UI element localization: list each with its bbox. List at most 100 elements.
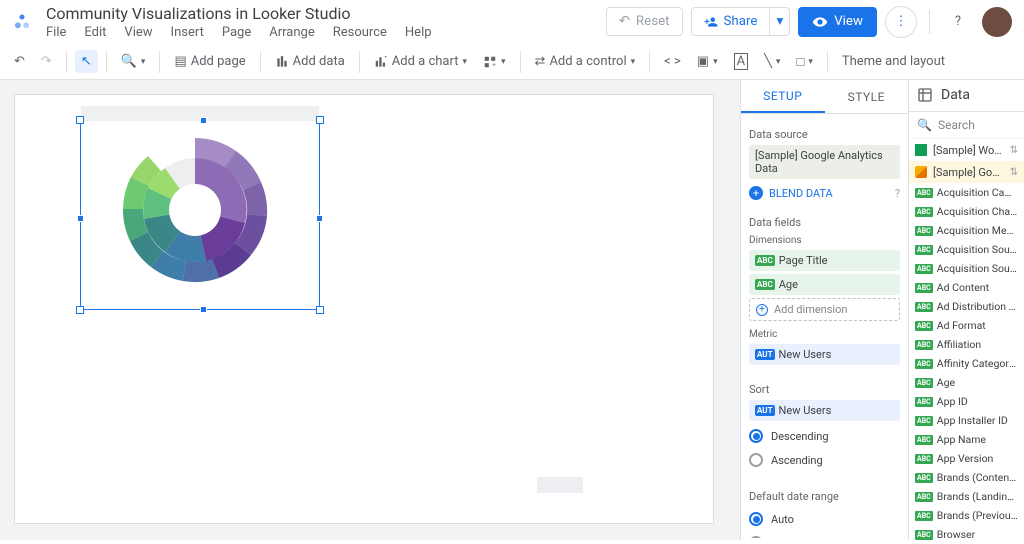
field-row[interactable]: ABCBrands (Content Grou… (909, 468, 1024, 487)
data-source-row[interactable]: [Sample] Google A… ⇅ (909, 161, 1024, 183)
menu-resource[interactable]: Resource (333, 25, 387, 40)
sort-ascending-radio[interactable]: Ascending (749, 448, 900, 472)
help-icon[interactable]: ? (942, 6, 974, 38)
field-type-badge: ABC (915, 302, 933, 312)
field-type-badge: ABC (915, 378, 933, 388)
help-icon[interactable]: ? (895, 187, 900, 200)
field-row[interactable]: ABCBrands (Previous Con… (909, 506, 1024, 525)
properties-panel: SETUP STYLE Data source [Sample] Google … (740, 80, 908, 540)
line-button[interactable]: ╲▾ (758, 50, 786, 73)
field-row[interactable]: ABCAge (909, 373, 1024, 392)
field-row[interactable]: ABCAffinity Category (rea… (909, 354, 1024, 373)
redo-button[interactable]: ↷ (35, 50, 58, 73)
embed-button[interactable]: < > (658, 50, 687, 73)
field-type-badge: ABC (915, 511, 933, 521)
field-row[interactable]: ABCApp Version (909, 449, 1024, 468)
field-row[interactable]: ABCBrands (Landing Cont… (909, 487, 1024, 506)
field-type-badge: ABC (915, 359, 933, 369)
chart-icon: + (374, 55, 388, 69)
field-type-badge: ABC (915, 530, 933, 540)
theme-layout-button[interactable]: Theme and layout (836, 50, 951, 73)
analytics-icon (915, 166, 927, 178)
zoom-tool[interactable]: 🔍▾ (115, 50, 152, 73)
sort-descending-radio[interactable]: Descending (749, 424, 900, 448)
more-options-button[interactable]: ⋮ (885, 6, 917, 38)
field-row[interactable]: ABCAcquisition Channel (909, 202, 1024, 221)
dimension-chip[interactable]: ABCPage Title (749, 250, 900, 271)
selection-box[interactable] (80, 120, 320, 310)
menu-help[interactable]: Help (405, 25, 432, 40)
pointer-tool[interactable]: ↖ (75, 50, 98, 73)
undo-button[interactable]: ↶ (8, 50, 31, 73)
report-page[interactable] (14, 94, 714, 524)
avatar[interactable] (982, 7, 1012, 37)
menu-file[interactable]: File (46, 25, 66, 40)
chevron-icon: ⇅ (1010, 145, 1018, 156)
image-button[interactable]: ▣▾ (691, 50, 724, 73)
shape-button[interactable]: □▾ (790, 50, 818, 74)
data-icon (275, 55, 289, 69)
community-viz-button[interactable]: + ▾ (477, 51, 512, 73)
data-source-label: Data source (749, 128, 900, 141)
add-data-button[interactable]: Add data (269, 50, 351, 73)
tab-style[interactable]: STYLE (825, 80, 909, 113)
data-panel: Data 🔍 Search [Sample] World Po… ⇅ [Samp… (908, 80, 1024, 540)
add-chart-button[interactable]: + Add a chart ▾ (368, 50, 473, 73)
canvas[interactable] (0, 80, 740, 540)
menu-insert[interactable]: Insert (171, 25, 204, 40)
blend-data-button[interactable]: +BLEND DATA? (749, 182, 900, 204)
menu-page[interactable]: Page (222, 25, 251, 40)
menu-edit[interactable]: Edit (84, 25, 106, 40)
sort-label: Sort (749, 383, 900, 396)
field-type-badge: ABC (915, 435, 933, 445)
sort-chip[interactable]: AUTNew Users (749, 400, 900, 421)
data-fields-label: Data fields (749, 216, 900, 229)
field-row[interactable]: ABCAcquisition Campaign (909, 183, 1024, 202)
svg-text:+: + (492, 62, 496, 68)
field-row[interactable]: ABCAd Content (909, 278, 1024, 297)
field-row[interactable]: ABCApp Name (909, 430, 1024, 449)
field-type-badge: ABC (915, 283, 933, 293)
add-control-button[interactable]: ⇄ Add a control ▾ (529, 50, 642, 73)
field-type-badge: ABC (915, 226, 933, 236)
add-page-button[interactable]: ▤ Add page (168, 50, 251, 73)
metric-chip[interactable]: AUTNew Users (749, 344, 900, 365)
tab-setup[interactable]: SETUP (741, 80, 825, 113)
field-row[interactable]: ABCAcquisition Medium (909, 221, 1024, 240)
dimension-chip[interactable]: ABCAge (749, 274, 900, 295)
data-panel-title: Data (941, 87, 970, 103)
field-row[interactable]: ABCAd Distribution Netw… (909, 297, 1024, 316)
date-custom-radio[interactable]: Custom (749, 531, 900, 538)
field-row[interactable]: ABCAffiliation (909, 335, 1024, 354)
field-type-badge: ABC (915, 321, 933, 331)
reset-button[interactable]: ↶ Reset (606, 7, 683, 36)
field-type-badge: ABC (915, 264, 933, 274)
looker-studio-logo[interactable] (12, 12, 32, 32)
date-auto-radio[interactable]: Auto (749, 507, 900, 531)
data-search-input[interactable]: 🔍 Search (909, 112, 1024, 139)
search-icon: 🔍 (917, 118, 932, 132)
field-type-badge: ABC (915, 207, 933, 217)
svg-text:+: + (384, 55, 387, 60)
share-button[interactable]: Share (691, 7, 770, 36)
metric-label: Metric (749, 329, 900, 340)
menu-view[interactable]: View (124, 25, 152, 40)
share-dropdown[interactable]: ▾ (769, 7, 790, 36)
menu-arrange[interactable]: Arrange (269, 25, 314, 40)
person-add-icon (704, 15, 718, 29)
document-title[interactable]: Community Visualizations in Looker Studi… (46, 4, 432, 23)
add-dimension-button[interactable]: +Add dimension (749, 298, 900, 321)
field-row[interactable]: ABCApp Installer ID (909, 411, 1024, 430)
fields-list: ABCAcquisition CampaignABCAcquisition Ch… (909, 183, 1024, 540)
field-type-badge: ABC (915, 492, 933, 502)
text-button[interactable]: A (728, 49, 754, 74)
field-row[interactable]: ABCAcquisition Source (909, 240, 1024, 259)
field-row[interactable]: ABCBrowser (909, 525, 1024, 540)
field-row[interactable]: ABCAcquisition Source / … (909, 259, 1024, 278)
field-row[interactable]: ABCApp ID (909, 392, 1024, 411)
view-button[interactable]: View (798, 7, 877, 37)
field-row[interactable]: ABCAd Format (909, 316, 1024, 335)
data-source-chip[interactable]: [Sample] Google Analytics Data (749, 145, 900, 179)
field-type-badge: ABC (915, 416, 933, 426)
data-source-row[interactable]: [Sample] World Po… ⇅ (909, 139, 1024, 161)
